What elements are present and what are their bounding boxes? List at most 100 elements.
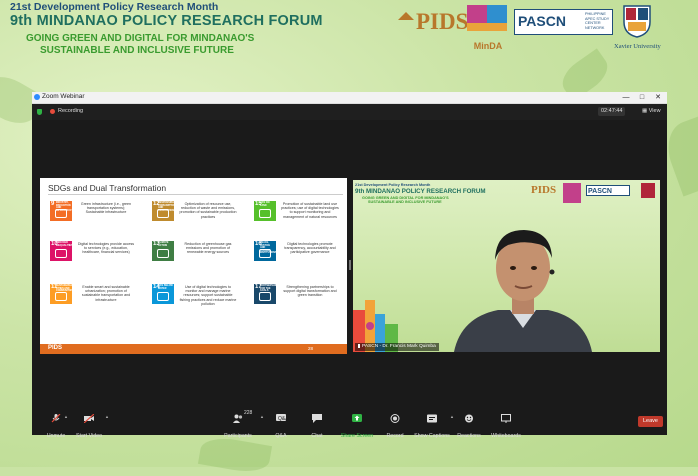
meeting-toolbar: Unmute ▲ Start Video ▲ 228 Participants … (32, 406, 667, 439)
sdg-icon (259, 249, 271, 258)
sdg-icon (55, 209, 67, 218)
grid-icon: ▦ (642, 108, 649, 114)
sdg-10-description: Digital technologies provide access to s… (77, 242, 135, 255)
view-button[interactable]: ▦ View (642, 108, 661, 114)
sdg-label: LIFE BELOW WATER (158, 284, 173, 290)
sdg-12-description: Optimization of resource use, reduction … (179, 202, 237, 219)
qa-icon: Q&A (276, 414, 289, 422)
sdg-icon (259, 292, 271, 301)
meeting-timer: 02:47:44 (598, 107, 626, 116)
svg-text:Q&A: Q&A (278, 416, 286, 422)
microphone-muted-icon (358, 343, 360, 348)
sdg-16-description: Digital technologies promote transparenc… (284, 242, 336, 255)
banner-line-1: 21st Development Policy Research Month (10, 1, 219, 13)
recording-icon (50, 109, 55, 114)
xu-crest-icon (623, 5, 651, 38)
zoom-app-icon (34, 94, 40, 100)
chevron-up-icon[interactable]: ▲ (105, 414, 109, 419)
pids-logo-text: PIDS (416, 9, 469, 34)
captions-icon (427, 414, 437, 423)
sdg-icon (157, 292, 169, 301)
sdg-icon (55, 249, 67, 258)
slide-page-number: 28 (308, 346, 314, 351)
meeting-info-bar: Recording 02:47:44 ▦ View (32, 104, 667, 120)
whiteboards-button[interactable]: Whiteboards (476, 410, 536, 439)
slide-footer: PIDS 28 (40, 344, 347, 354)
pids-logo: PIDS (398, 9, 468, 35)
pascn-logo-text: PASCN (518, 13, 566, 29)
sdg-label: REDUCED INEQUALITIES (56, 241, 73, 247)
window-titlebar: Zoom Webinar — □ ✕ (32, 92, 667, 104)
sdg-14-description: Use of digital technologies to monitor a… (179, 285, 237, 306)
sdg-9-tile: 9 INDUSTRY, INNOVATION AND INFRASTRUCTURE (50, 201, 78, 221)
maximize-button[interactable]: □ (634, 92, 650, 103)
close-button[interactable]: ✕ (650, 92, 666, 103)
sdg-10-tile: 10 REDUCED INEQUALITIES (50, 241, 73, 261)
speaker-person (454, 230, 592, 352)
participants-icon (233, 414, 243, 423)
pascn-logo: PASCN PHILIPPINE APEC STUDY CENTER NETWO… (514, 9, 613, 35)
sdg-13-tile: 13 CLIMATE ACTION (152, 241, 174, 261)
sdg-label: CLIMATE ACTION (158, 241, 169, 247)
whiteboard-icon (501, 414, 511, 423)
sdg-icon (55, 292, 67, 301)
banner-line-2: 9th MINDANAO POLICY RESEARCH FORUM (10, 13, 323, 29)
participant-name: PASCN - Dr. Francis Mark Quimba (362, 344, 436, 349)
sdg-label: LIFE ON LAND (260, 201, 270, 207)
smiley-icon (465, 414, 473, 423)
start-video-button[interactable]: Start Video ▲ (59, 410, 119, 439)
whiteboards-label: Whiteboards (491, 433, 521, 439)
minda-logo-text: MinDA (473, 41, 503, 51)
sdg-15-tile: 15 LIFE ON LAND (254, 201, 276, 221)
sdg-12-tile: 12 RESPONSIBLE CONSUMPTION AND PRODUCTION (152, 201, 176, 221)
xu-logo-text: Xavier University (614, 43, 661, 50)
banner-line-4: SUSTAINABLE AND INCLUSIVE FUTURE (40, 45, 234, 56)
video-bg-line-2: 9th MINDANAO POLICY RESEARCH FORUM (355, 188, 486, 195)
minda-block (467, 5, 487, 25)
video-bg-line-4: SUSTAINABLE AND INCLUSIVE FUTURE (368, 200, 442, 204)
pascn-logo-subtext: PHILIPPINE APEC STUDY CENTER NETWORK (585, 12, 610, 30)
sdg-13-description: Reduction of greenhouse gas emissions an… (184, 242, 232, 255)
leave-button[interactable]: Leave (638, 416, 663, 427)
window-title: Zoom Webinar (42, 93, 85, 100)
minda-logo: MinDA (467, 5, 509, 51)
sdg-icon (157, 249, 169, 258)
sdg-17-description: Strengthening partnerships to support di… (283, 285, 337, 298)
slide-divider (48, 194, 343, 195)
view-label: View (648, 108, 661, 114)
sdg-16-tile: 16 PEACE, JUSTICE AND STRONG INSTITUTIONS (254, 241, 277, 261)
minda-block (487, 5, 507, 25)
sdg-17-tile: 17 PARTNERSHIPS FOR THE GOALS (254, 284, 279, 304)
sdg-15-description: Promotion of sustainable land use practi… (281, 202, 339, 219)
recording-label: Recording (58, 108, 84, 114)
sdg-icon (259, 209, 271, 218)
minda-block (467, 23, 507, 31)
split-view-handle[interactable] (349, 260, 351, 270)
shield-icon[interactable] (37, 109, 42, 115)
record-icon (390, 414, 400, 423)
sdg-11-tile: 11 SUSTAINABLE CITIES AND COMMUNITIES (50, 284, 73, 304)
video-bg-minda-logo (563, 183, 581, 203)
participant-name-tag: PASCN - Dr. Francis Mark Quimba (355, 343, 439, 351)
slide-title: SDGs and Dual Transformation (48, 183, 167, 193)
video-bg-line-1: 21st Development Policy Research Month (355, 183, 431, 187)
video-bg-pascn-logo: PASCN (586, 185, 630, 196)
sdg-14-tile: 14 LIFE BELOW WATER (152, 284, 174, 304)
zoom-window: Zoom Webinar — □ ✕ Recording 02:47:44 ▦ … (32, 92, 667, 439)
share-screen-icon (352, 414, 362, 422)
sdg-11-description: Enable smart and sustainable urbanizatio… (81, 285, 131, 302)
slide-footer-logo: PIDS (48, 345, 63, 351)
minimize-button[interactable]: — (618, 92, 634, 103)
banner-line-3: GOING GREEN AND DIGITAL FOR MINDANAO'S (26, 33, 255, 44)
chat-icon (312, 414, 322, 423)
sdg-icon (157, 209, 169, 218)
house-icon (398, 12, 414, 20)
sdg-9-description: Green infrastructure (i.e., green transp… (80, 202, 132, 215)
video-off-icon (83, 413, 95, 424)
video-bg-xu-logo (641, 183, 655, 198)
sdg-number: 9 (51, 201, 55, 207)
shared-screen-slide: SDGs and Dual Transformation 9 INDUSTRY, … (40, 178, 347, 354)
start-video-label: Start Video (75, 433, 103, 439)
speaker-video: 21st Development Policy Research Month 9… (353, 180, 660, 352)
video-bg-pids-logo: PIDS (531, 184, 557, 196)
